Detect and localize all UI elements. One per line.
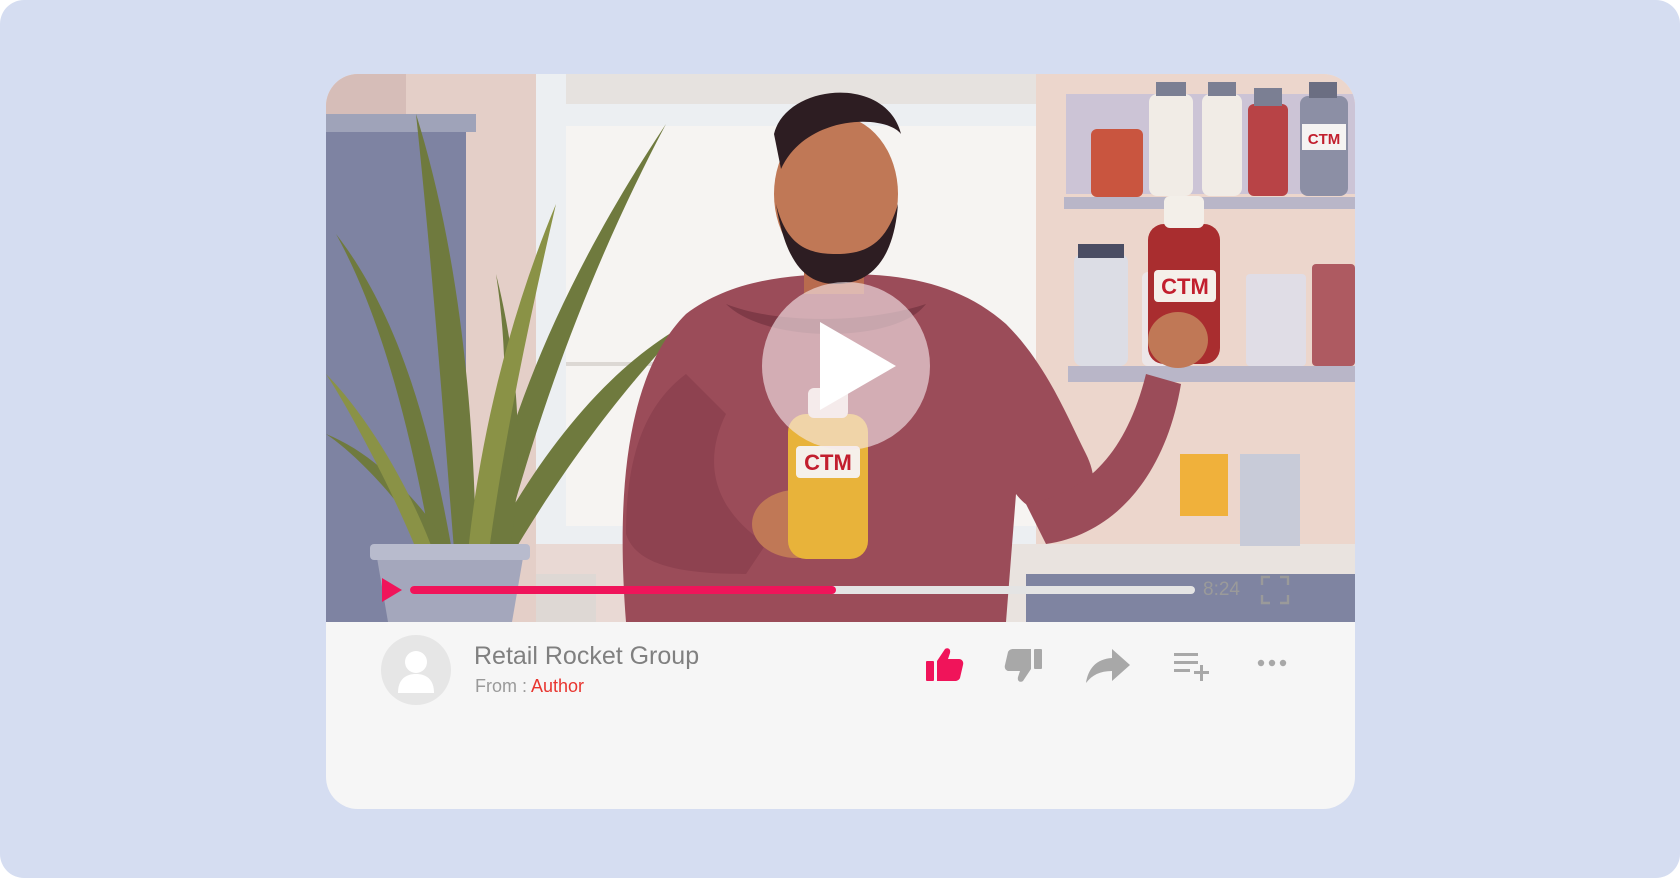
more-icon: [1257, 659, 1287, 667]
from-label: From :: [475, 676, 527, 696]
like-button[interactable]: [922, 643, 966, 687]
more-options-button[interactable]: [1252, 643, 1296, 687]
duration-text: 8:24: [1203, 579, 1240, 600]
fullscreen-button[interactable]: [1260, 575, 1290, 605]
share-button[interactable]: [1084, 643, 1130, 687]
channel-name[interactable]: Retail Rocket Group: [474, 641, 699, 671]
channel-source: From : Author: [475, 675, 584, 697]
thumbs-down-icon: [1004, 649, 1042, 682]
user-placeholder-icon: [398, 651, 434, 693]
progress-fill: [410, 586, 837, 594]
author-link[interactable]: Author: [531, 676, 584, 696]
share-icon: [1086, 649, 1130, 683]
progress-bar[interactable]: [410, 586, 1195, 594]
fullscreen-icon: [1260, 575, 1290, 605]
add-to-playlist-button[interactable]: [1172, 643, 1216, 687]
add-to-playlist-icon: [1174, 653, 1209, 681]
play-pause-button[interactable]: [382, 578, 402, 602]
channel-avatar[interactable]: [381, 635, 451, 705]
dislike-button[interactable]: [1002, 643, 1046, 687]
player-controls: 8:24 Retail Rocket Group From : Author: [326, 0, 1355, 878]
thumbs-up-icon: [926, 648, 964, 681]
